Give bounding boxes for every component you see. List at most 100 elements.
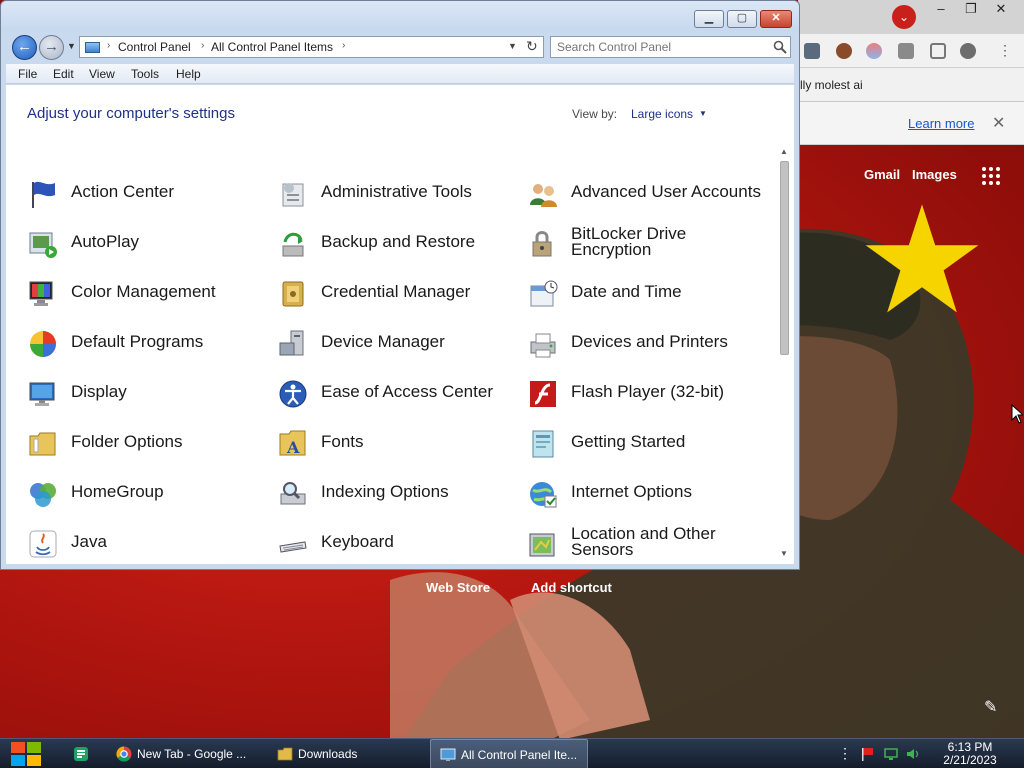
maximize-button[interactable]: ▢ (727, 10, 757, 28)
system-clock[interactable]: 6:13 PM 2/21/2023 (934, 741, 1006, 767)
cp-item-label: Color Management (71, 282, 216, 301)
cp-item-label: Action Center (71, 182, 174, 201)
chrome-toolbar: ⋮ (798, 34, 1024, 68)
yellow-star-icon (865, 204, 979, 313)
cp-item-color-management[interactable]: Color Management (27, 274, 267, 314)
devices-printers-icon (530, 333, 556, 358)
taskbar-app-label: New Tab - Google ... (137, 747, 247, 761)
cp-item-internet-options[interactable]: Internet Options (527, 474, 767, 514)
breadcrumb-control-panel[interactable]: Control Panel (118, 40, 191, 54)
recent-pages-chevron-icon[interactable]: ▼ (67, 41, 76, 51)
credential-manager-icon (282, 281, 304, 307)
java-icon (29, 530, 57, 558)
ublock-extension-icon[interactable] (804, 43, 820, 59)
search-input[interactable] (557, 40, 757, 54)
chrome-menu-icon[interactable]: ⋮ (998, 42, 1012, 59)
device-manager-icon (279, 330, 304, 356)
breadcrumb-separator[interactable]: › (107, 40, 110, 51)
infobar-close-icon[interactable]: ✕ (992, 113, 1005, 133)
cp-item-display[interactable]: Display (27, 374, 267, 414)
pinned-app-icon[interactable] (73, 746, 89, 762)
cp-item-bitlocker-drive-encryption[interactable]: BitLocker Drive Encryption (527, 224, 767, 264)
cp-item-indexing-options[interactable]: Indexing Options (277, 474, 517, 514)
cp-item-flash-player-32-bit[interactable]: Flash Player (32-bit) (527, 374, 767, 414)
menu-help[interactable]: Help (176, 67, 201, 81)
taskbar-app-chrome[interactable]: New Tab - Google ... (107, 739, 263, 768)
menu-file[interactable]: File (18, 67, 37, 81)
web-store-shortcut[interactable]: Web Store (426, 580, 490, 595)
avatar-extension-icon[interactable] (836, 43, 852, 59)
refresh-icon[interactable]: ↻ (526, 38, 538, 55)
default-programs-icon (30, 331, 56, 357)
window-titlebar[interactable]: ▁ ▢ ✕ (1, 1, 799, 31)
chrome-tab-search-button[interactable]: ⌄ (892, 5, 916, 29)
menu-edit[interactable]: Edit (53, 67, 74, 81)
tray-overflow-icon[interactable]: ⋮ (838, 745, 852, 762)
cp-item-keyboard[interactable]: Keyboard (277, 524, 517, 564)
close-button[interactable]: ✕ (760, 10, 792, 28)
cp-item-java[interactable]: Java (27, 524, 267, 564)
extensions-puzzle-icon[interactable] (898, 43, 914, 59)
cp-item-action-center[interactable]: Action Center (27, 174, 267, 214)
cp-item-ease-of-access-center[interactable]: Ease of Access Center (277, 374, 517, 414)
cp-item-device-manager[interactable]: Device Manager (277, 324, 517, 364)
control-panel-window: ▁ ▢ ✕ ← → ▼ › Control Panel › All Contro… (0, 0, 800, 570)
search-box[interactable] (550, 36, 791, 58)
cp-item-credential-manager[interactable]: Credential Manager (277, 274, 517, 314)
cp-item-autoplay[interactable]: AutoPlay (27, 224, 267, 264)
action-center-flag-tray-icon[interactable] (860, 747, 874, 761)
gmail-link[interactable]: Gmail (864, 167, 900, 182)
learn-more-link[interactable]: Learn more (908, 116, 974, 131)
bitlocker-icon (532, 231, 552, 257)
color-extension-icon[interactable] (866, 43, 882, 59)
menu-view[interactable]: View (89, 67, 115, 81)
cp-item-location-and-other-sensors[interactable]: Location and Other Sensors (527, 524, 767, 564)
back-button[interactable]: ← (12, 35, 37, 60)
cp-item-folder-options[interactable]: Folder Options (27, 424, 267, 464)
side-panel-icon[interactable] (930, 43, 946, 59)
breadcrumb-separator[interactable]: › (342, 40, 345, 51)
cp-item-homegroup[interactable]: HomeGroup (27, 474, 267, 514)
address-dropdown-icon[interactable]: ▼ (508, 41, 517, 51)
search-icon[interactable] (773, 40, 787, 54)
menu-tools[interactable]: Tools (131, 67, 159, 81)
cp-item-date-and-time[interactable]: Date and Time (527, 274, 767, 314)
volume-tray-icon[interactable] (906, 747, 920, 761)
network-tray-icon[interactable] (884, 747, 898, 761)
scrollbar-thumb[interactable] (780, 161, 789, 355)
cp-item-getting-started[interactable]: Getting Started (527, 424, 767, 464)
scroll-down-icon[interactable]: ▼ (780, 549, 788, 558)
bookmark-item[interactable]: lly molest ai (800, 78, 863, 92)
taskbar-app-downloads[interactable]: Downloads (268, 739, 423, 768)
taskbar-app-control-panel[interactable]: All Control Panel Ite... (430, 739, 588, 768)
breadcrumb-all-items[interactable]: All Control Panel Items (211, 40, 333, 54)
vertical-scrollbar[interactable]: ▲ ▼ (777, 147, 791, 562)
chrome-close-button[interactable]: ✕ (986, 0, 1016, 20)
minimize-button[interactable]: ▁ (694, 10, 724, 28)
scroll-up-icon[interactable]: ▲ (780, 147, 788, 156)
cp-item-fonts[interactable]: A Fonts (277, 424, 517, 464)
menu-bar: File Edit View Tools Help (6, 64, 794, 84)
chrome-restore-button[interactable]: ❐ (956, 0, 986, 20)
add-shortcut-button[interactable]: Add shortcut (531, 580, 612, 595)
images-link[interactable]: Images (912, 167, 957, 182)
address-bar[interactable]: › Control Panel › All Control Panel Item… (79, 36, 544, 58)
taskbar-app-label: All Control Panel Ite... (461, 748, 578, 762)
getting-started-icon (532, 430, 554, 458)
cp-item-default-programs[interactable]: Default Programs (27, 324, 267, 364)
cp-item-label: Credential Manager (321, 282, 471, 301)
cp-item-advanced-user-accounts[interactable]: Advanced User Accounts (527, 174, 767, 214)
view-by-label: View by: (572, 107, 618, 121)
chrome-minimize-button[interactable]: – (926, 0, 956, 20)
forward-button[interactable]: → (39, 35, 64, 60)
cp-item-backup-and-restore[interactable]: Backup and Restore (277, 224, 517, 264)
view-by-chevron-icon[interactable]: ▼ (699, 109, 707, 118)
breadcrumb-separator[interactable]: › (201, 40, 204, 51)
view-by-dropdown[interactable]: Large icons (631, 107, 693, 121)
cp-item-devices-and-printers[interactable]: Devices and Printers (527, 324, 767, 364)
start-button-windows-logo-icon[interactable] (8, 739, 44, 768)
profile-icon[interactable] (960, 43, 976, 59)
cp-item-administrative-tools[interactable]: Administrative Tools (277, 174, 517, 214)
google-apps-icon[interactable] (982, 167, 1000, 185)
customize-pencil-icon[interactable]: ✎ (984, 697, 997, 717)
